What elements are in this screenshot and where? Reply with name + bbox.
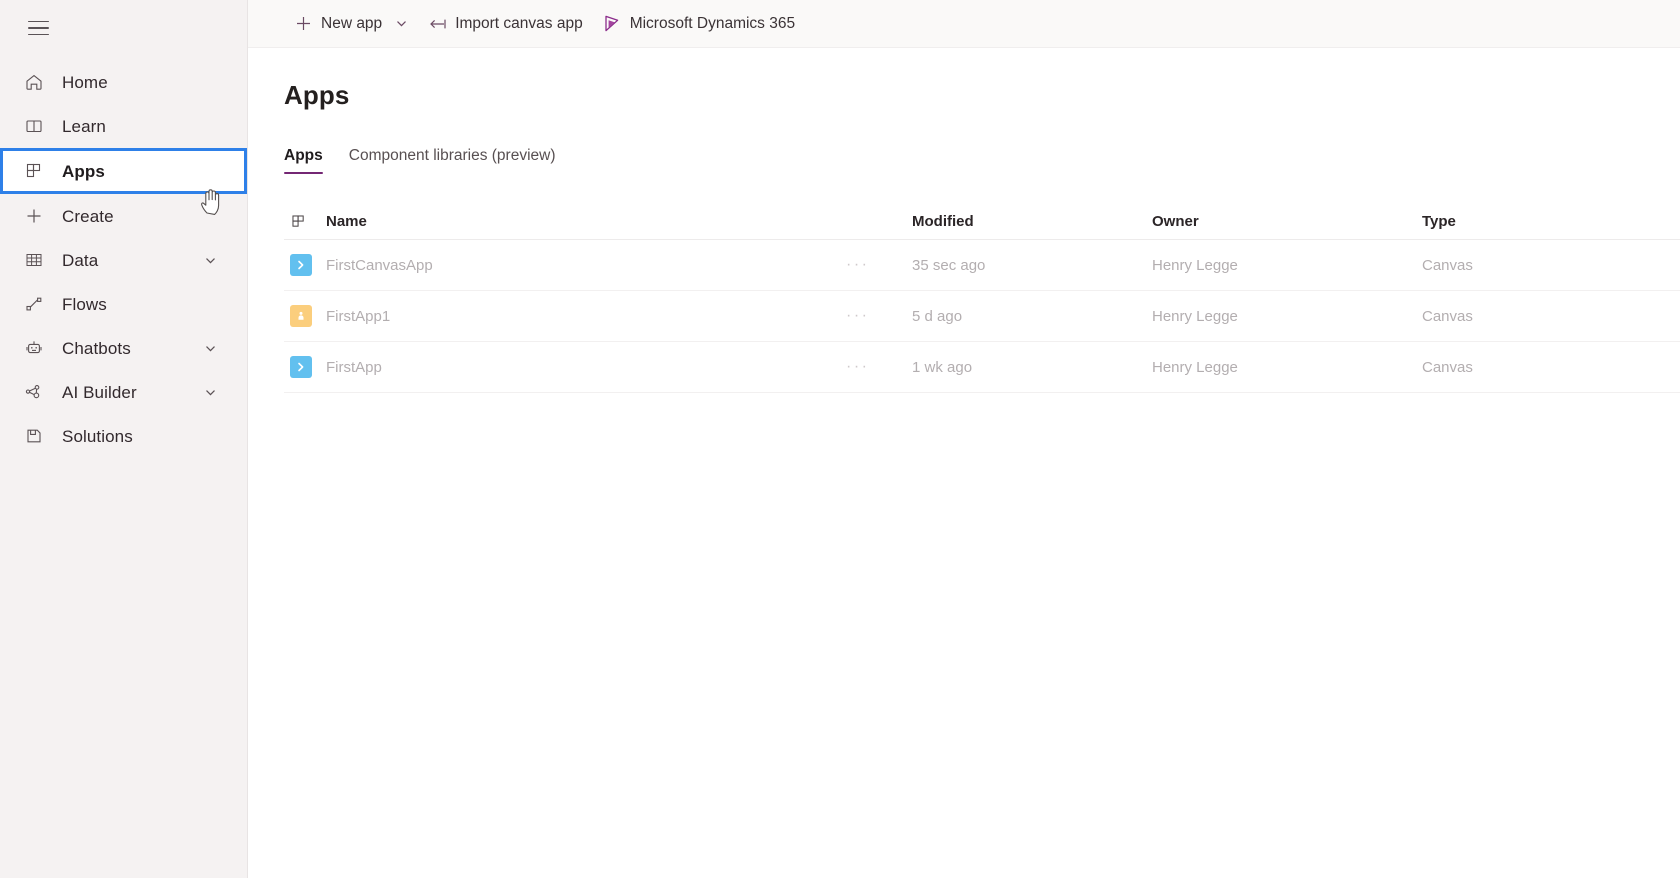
table-row[interactable]: FirstCanvasApp ··· 35 sec ago Henry Legg… [284,240,1680,291]
sidebar-item-label: Home [62,72,108,92]
tab-label: Apps [284,147,323,164]
app-owner: Henry Legge [1152,307,1238,325]
column-header-icon[interactable] [284,213,326,230]
microsoft-dynamics-365-label: Microsoft Dynamics 365 [629,14,796,32]
row-overflow-menu[interactable]: ··· [846,257,912,273]
solutions-icon [22,424,46,448]
column-header-type[interactable]: Type [1422,213,1680,230]
home-icon [22,70,46,94]
tab-label: Component libraries (preview) [348,147,556,164]
menu-hamburger-icon[interactable] [14,4,62,52]
canvas-app-icon [290,254,312,276]
sidebar-item-solutions[interactable]: Solutions [0,414,247,458]
sidebar-item-ai-builder[interactable]: AI Builder [0,370,247,414]
app-type: Canvas [1422,307,1473,325]
column-header-name[interactable]: Name [326,213,846,230]
plus-icon [294,15,312,33]
app-modified: 35 sec ago [912,256,986,274]
sidebar-item-label: Data [62,250,99,270]
table-row[interactable]: FirstApp ··· 1 wk ago Henry Legge Canvas [284,342,1680,393]
app-name[interactable]: FirstApp1 [326,308,846,325]
app-type: Canvas [1422,358,1473,376]
row-overflow-menu[interactable]: ··· [846,359,912,375]
app-modified: 1 wk ago [912,358,973,376]
sidebar-item-label: Solutions [62,426,133,446]
robot-icon [22,336,46,360]
flow-icon [22,292,46,316]
new-app-label: New app [321,14,383,32]
dynamics-365-icon [603,15,621,33]
power-apps-maker-portal: Home Learn Apps Create Data Flows Chatbo… [0,0,1680,878]
import-canvas-app-button[interactable]: Import canvas app [418,8,593,40]
more-options-icon[interactable]: ··· [846,308,869,324]
app-owner: Henry Legge [1152,358,1238,376]
chevron-down-icon[interactable] [203,385,217,399]
app-type: Canvas [1422,256,1473,274]
microsoft-dynamics-365-button[interactable]: Microsoft Dynamics 365 [593,8,805,40]
sidebar-item-data[interactable]: Data [0,238,247,282]
import-canvas-app-label: Import canvas app [455,14,583,32]
sidebar-item-label: Chatbots [62,338,131,358]
sidebar-item-learn[interactable]: Learn [0,104,247,148]
table-row[interactable]: FirstApp1 ··· 5 d ago Henry Legge Canvas [284,291,1680,342]
app-name[interactable]: FirstApp [326,359,846,376]
app-modified: 5 d ago [912,307,963,325]
apps-table: Name Modified Owner Type FirstCanvasApp … [284,204,1680,393]
left-navigation-sidebar: Home Learn Apps Create Data Flows Chatbo… [0,0,248,878]
sidebar-item-label: Flows [62,294,107,314]
tab-component-libraries[interactable]: Component libraries (preview) [349,147,556,174]
canvas-app-icon [290,305,312,327]
sidebar-item-apps[interactable]: Apps [0,148,247,194]
tab-apps[interactable]: Apps [284,147,323,174]
page-tabs: Apps Component libraries (preview) [284,147,1680,174]
canvas-app-icon [290,356,312,378]
sidebar-item-label: AI Builder [62,382,137,402]
sidebar-item-label: Create [62,206,114,226]
sidebar-item-label: Learn [62,116,106,136]
sidebar-item-flows[interactable]: Flows [0,282,247,326]
more-options-icon[interactable]: ··· [846,257,869,273]
book-icon [22,114,46,138]
row-overflow-menu[interactable]: ··· [846,308,912,324]
import-arrow-icon [428,15,446,33]
apps-grid-icon [22,159,46,183]
app-name[interactable]: FirstCanvasApp [326,257,846,274]
more-options-icon[interactable]: ··· [846,359,869,375]
column-header-owner[interactable]: Owner [1152,213,1422,230]
sidebar-item-home[interactable]: Home [0,60,247,104]
sidebar-item-create[interactable]: Create [0,194,247,238]
sidebar-item-chatbots[interactable]: Chatbots [0,326,247,370]
apps-page: Apps Apps Component libraries (preview) [248,80,1680,393]
chevron-down-icon[interactable] [395,17,408,30]
sidebar-nav-list: Home Learn Apps Create Data Flows Chatbo… [0,60,247,458]
main-content-area: New app Import canvas app Microsoft Dyna… [248,0,1680,878]
app-icon-cell [284,305,326,327]
chevron-down-icon[interactable] [203,253,217,267]
chevron-down-icon[interactable] [203,341,217,355]
table-icon [22,248,46,272]
app-icon-cell [284,356,326,378]
command-bar: New app Import canvas app Microsoft Dyna… [248,0,1680,48]
sidebar-item-label: Apps [62,161,105,181]
plus-icon [22,204,46,228]
page-title: Apps [284,80,350,110]
ai-nodes-icon [22,380,46,404]
app-owner: Henry Legge [1152,256,1238,274]
new-app-button[interactable]: New app [284,8,418,40]
column-header-modified[interactable]: Modified [912,213,1152,230]
app-icon-cell [284,254,326,276]
table-header-row: Name Modified Owner Type [284,204,1680,240]
